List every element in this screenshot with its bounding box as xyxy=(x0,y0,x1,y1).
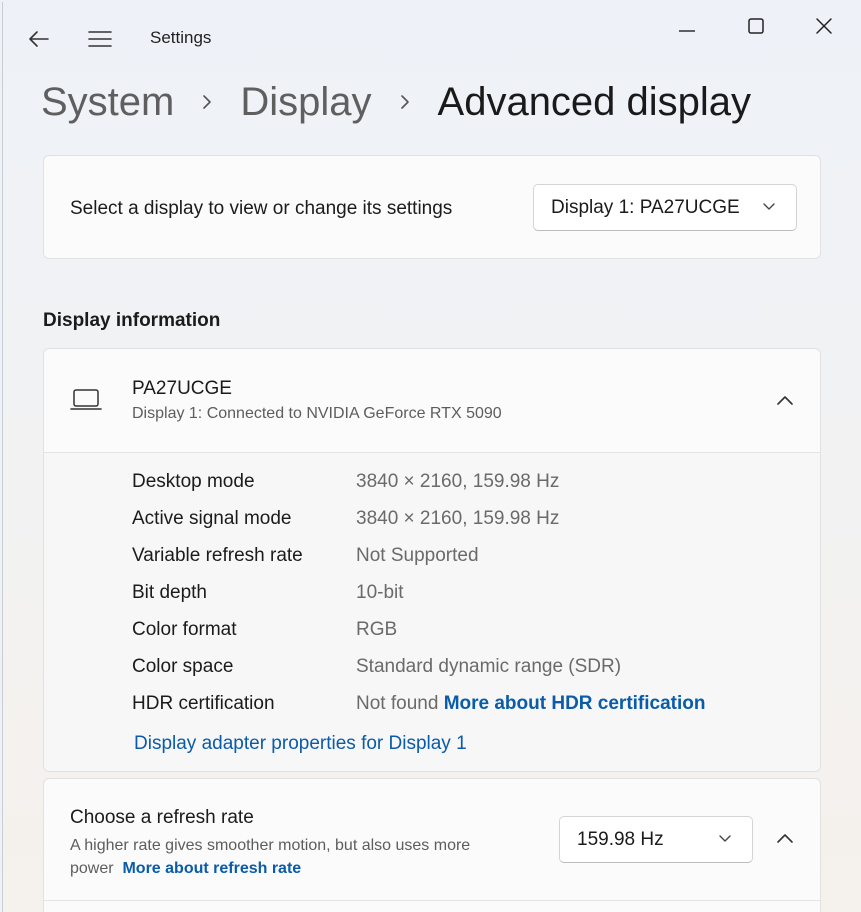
chevron-right-icon xyxy=(372,93,438,111)
refresh-rate-collapse-button[interactable] xyxy=(770,825,800,853)
display-dropdown[interactable]: Display 1: PA27UCGE xyxy=(533,184,797,231)
refresh-rate-dropdown[interactable]: 159.98 Hz xyxy=(559,816,753,863)
minimize-button[interactable] xyxy=(667,12,707,40)
settings-window: Settings System Display Advanced display xyxy=(2,2,861,912)
hdr-status: Not found xyxy=(356,693,439,714)
page-title: Advanced display xyxy=(437,79,752,124)
collapse-button[interactable] xyxy=(770,387,800,415)
app-title: Settings xyxy=(150,28,212,47)
breadcrumb-system[interactable]: System xyxy=(41,80,174,125)
refresh-rate-title: Choose a refresh rate xyxy=(70,807,254,828)
info-key: Variable refresh rate xyxy=(132,545,303,566)
info-key: Color space xyxy=(132,656,234,677)
chevron-down-icon xyxy=(763,203,775,210)
display-information-card: PA27UCGE Display 1: Connected to NVIDIA … xyxy=(43,348,821,772)
display-information-header[interactable]: PA27UCGE Display 1: Connected to NVIDIA … xyxy=(44,349,820,453)
info-key: HDR certification xyxy=(132,693,275,714)
info-value: 10-bit xyxy=(356,582,404,603)
hdr-certification-link[interactable]: More about HDR certification xyxy=(444,693,706,714)
back-button[interactable] xyxy=(23,24,55,54)
chevron-right-icon xyxy=(174,93,240,111)
breadcrumb-display[interactable]: Display xyxy=(240,80,371,125)
navigation-menu-button[interactable] xyxy=(83,24,117,54)
display-information-details: Desktop mode 3840 × 2160, 159.98 Hz Acti… xyxy=(44,453,820,771)
info-key: Active signal mode xyxy=(132,508,292,529)
info-value: 3840 × 2160, 159.98 Hz xyxy=(356,471,560,492)
display-dropdown-value: Display 1: PA27UCGE xyxy=(551,196,740,218)
monitor-connection: Display 1: Connected to NVIDIA GeForce R… xyxy=(132,405,502,422)
breadcrumb: System Display Advanced display xyxy=(41,72,751,132)
title-bar: Settings xyxy=(3,2,861,72)
refresh-rate-description: A higher rate gives smoother motion, but… xyxy=(70,834,510,880)
info-value: Not found More about HDR certification xyxy=(356,693,706,715)
info-value: Standard dynamic range (SDR) xyxy=(356,656,622,677)
refresh-rate-card: Choose a refresh rate A higher rate give… xyxy=(43,778,821,912)
display-select-card: Select a display to view or change its s… xyxy=(43,155,821,259)
close-icon xyxy=(816,18,832,34)
info-value: 3840 × 2160, 159.98 Hz xyxy=(356,508,560,529)
chevron-up-icon xyxy=(777,834,793,843)
display-select-label: Select a display to view or change its s… xyxy=(70,198,453,219)
refresh-rate-value: 159.98 Hz xyxy=(577,828,664,850)
arrow-left-icon xyxy=(29,31,49,47)
info-value: RGB xyxy=(356,619,398,640)
laptop-icon xyxy=(70,389,102,410)
info-key: Color format xyxy=(132,619,237,640)
chevron-down-icon xyxy=(719,835,731,842)
display-adapter-properties-link[interactable]: Display adapter properties for Display 1 xyxy=(134,733,467,755)
close-button[interactable] xyxy=(804,12,844,40)
minimize-icon xyxy=(679,30,695,32)
monitor-name: PA27UCGE xyxy=(132,378,232,399)
section-title-display-information: Display information xyxy=(43,310,221,331)
refresh-rate-link[interactable]: More about refresh rate xyxy=(122,860,301,877)
info-value: Not Supported xyxy=(356,545,479,566)
info-key: Desktop mode xyxy=(132,471,255,492)
info-key: Bit depth xyxy=(132,582,207,603)
divider xyxy=(44,900,820,901)
maximize-icon xyxy=(748,18,764,34)
hamburger-menu-icon xyxy=(88,31,112,47)
maximize-button[interactable] xyxy=(736,12,776,40)
chevron-up-icon xyxy=(777,396,793,405)
